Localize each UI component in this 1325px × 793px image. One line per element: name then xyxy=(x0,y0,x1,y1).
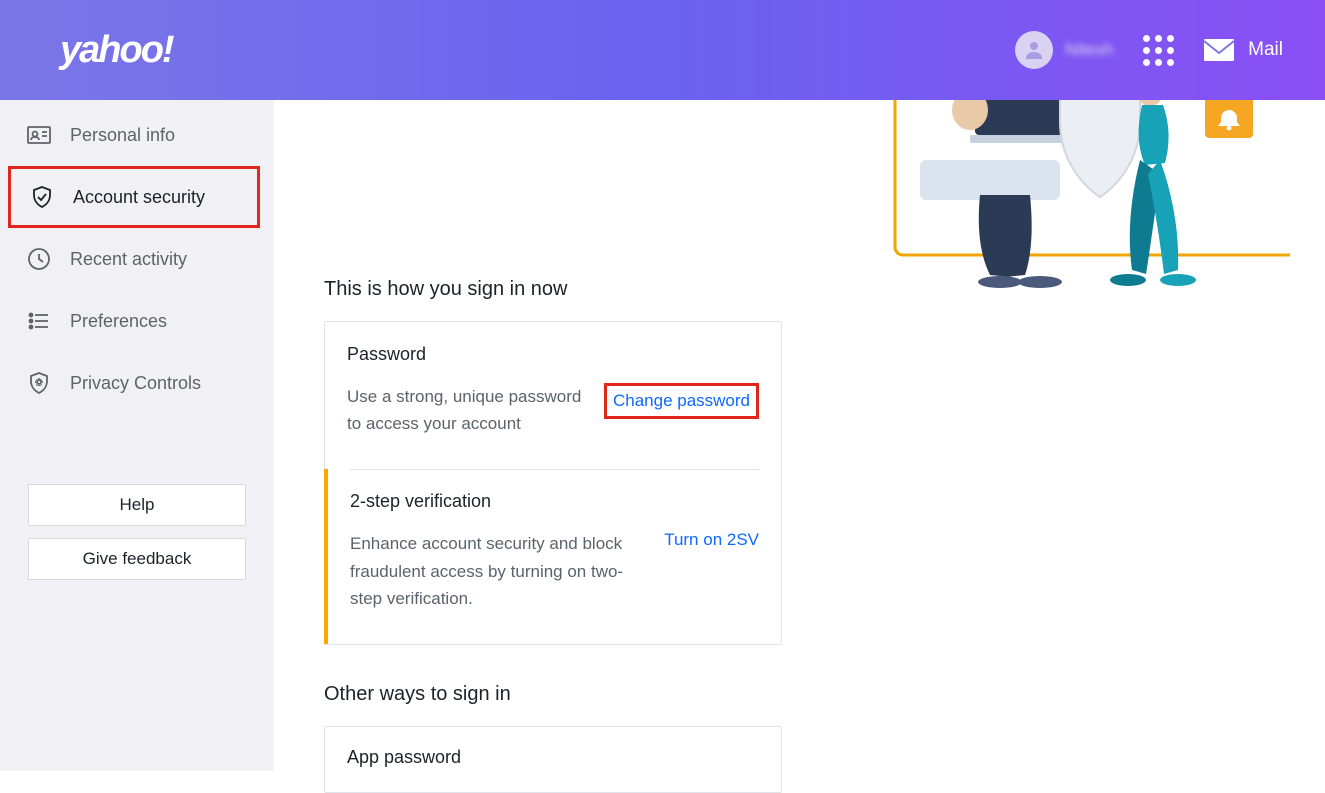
twostep-section: 2-step verification Enhance account secu… xyxy=(324,469,781,644)
username: Nitesh xyxy=(1065,40,1113,60)
sidebar-item-preferences[interactable]: Preferences xyxy=(0,290,274,352)
apps-menu-icon[interactable] xyxy=(1143,35,1174,66)
annotation-highlight: Change password xyxy=(604,383,759,419)
feedback-button[interactable]: Give feedback xyxy=(28,538,246,580)
mail-label: Mail xyxy=(1248,39,1283,61)
sidebar-item-account-security[interactable]: Account security xyxy=(11,169,257,225)
mail-link[interactable]: Mail xyxy=(1204,39,1283,61)
password-section: Password Use a strong, unique password t… xyxy=(325,322,781,469)
sidebar-item-label: Preferences xyxy=(70,311,167,332)
twostep-description: Enhance account security and block fraud… xyxy=(350,530,650,612)
help-button[interactable]: Help xyxy=(28,484,246,526)
avatar[interactable] xyxy=(1015,31,1053,69)
main: Personal info Account security Recent ac… xyxy=(0,100,1325,771)
change-password-link[interactable]: Change password xyxy=(613,391,750,410)
sidebar-item-personal-info[interactable]: Personal info xyxy=(0,104,274,166)
sidebar-item-label: Recent activity xyxy=(70,249,187,270)
illustration xyxy=(860,100,1290,315)
id-card-icon xyxy=(26,122,52,148)
header: yahoo! Nitesh Mail xyxy=(0,0,1325,100)
annotation-highlight: Account security xyxy=(8,166,260,228)
password-title: Password xyxy=(347,344,759,365)
app-password-title: App password xyxy=(347,747,759,768)
turn-on-2sv-link[interactable]: Turn on 2SV xyxy=(664,530,759,550)
sidebar-item-recent-activity[interactable]: Recent activity xyxy=(0,228,274,290)
list-icon xyxy=(26,308,52,334)
shield-gear-icon xyxy=(26,370,52,396)
sidebar-item-privacy-controls[interactable]: Privacy Controls xyxy=(0,352,274,414)
twostep-title: 2-step verification xyxy=(350,491,759,512)
avatar-area[interactable]: Nitesh xyxy=(1015,31,1113,69)
other-signin-heading: Other ways to sign in xyxy=(324,683,1275,706)
yahoo-logo[interactable]: yahoo! xyxy=(60,29,173,72)
clock-icon xyxy=(26,246,52,272)
shield-icon xyxy=(29,184,55,210)
sidebar: Personal info Account security Recent ac… xyxy=(0,100,274,771)
person-icon xyxy=(1022,38,1046,62)
sidebar-item-label: Privacy Controls xyxy=(70,373,201,394)
sidebar-footer: Help Give feedback xyxy=(0,484,274,592)
other-signin-card: App password xyxy=(324,726,782,793)
header-right: Nitesh Mail xyxy=(1015,31,1283,69)
sidebar-item-label: Personal info xyxy=(70,125,175,146)
signin-card: Password Use a strong, unique password t… xyxy=(324,321,782,645)
content: This is how you sign in now Password Use… xyxy=(274,100,1325,771)
mail-icon xyxy=(1204,39,1234,61)
password-description: Use a strong, unique password to access … xyxy=(347,383,590,437)
sidebar-item-label: Account security xyxy=(73,187,205,208)
